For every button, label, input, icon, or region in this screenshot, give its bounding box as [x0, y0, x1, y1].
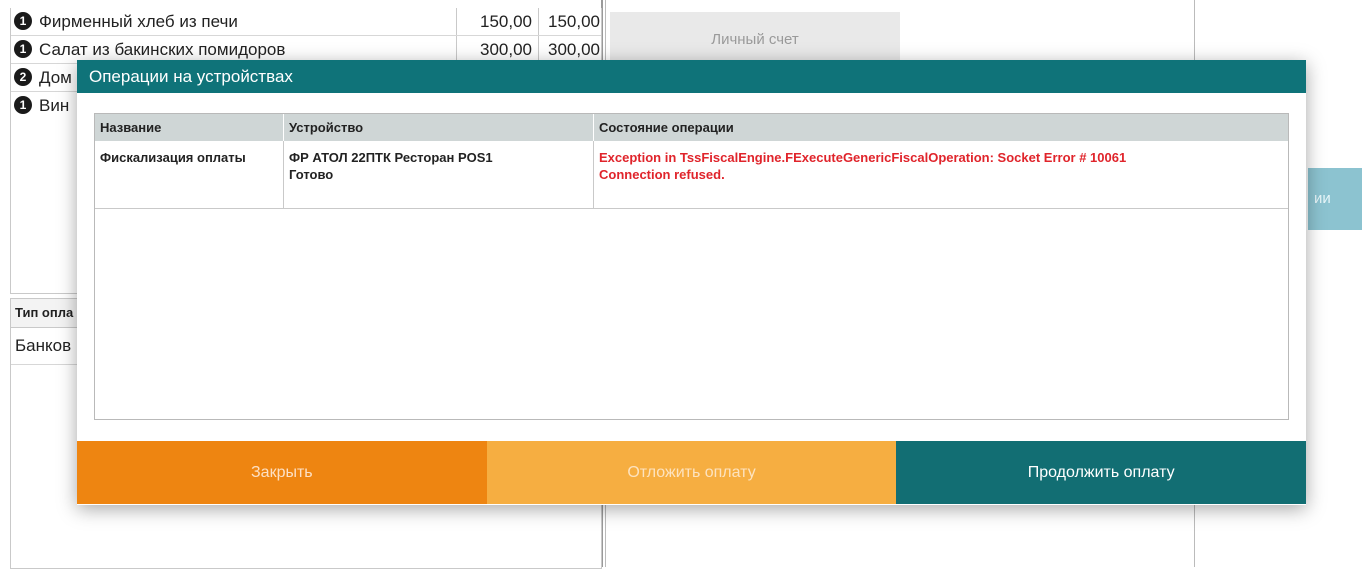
quantity-badge: 2	[14, 68, 32, 86]
item-price: 300,00	[456, 36, 536, 63]
error-message-line: Exception in TssFiscalEngine.FExecuteGen…	[599, 150, 1127, 165]
item-sum: 300,00	[538, 36, 604, 63]
postpone-payment-button[interactable]: Отложить оплату	[486, 441, 897, 504]
quantity-badge: 1	[14, 96, 32, 114]
column-header-name: Название	[100, 120, 162, 135]
table-header: Название Устройство Состояние операции	[95, 114, 1288, 141]
item-name: Дом	[39, 68, 72, 87]
item-name: Фирменный хлеб из печи	[39, 12, 238, 31]
side-action-button[interactable]: ии	[1308, 168, 1362, 230]
quantity-badge: 1	[14, 12, 32, 30]
device-name: ФР АТОЛ 22ПТК Ресторан POS1	[289, 150, 493, 165]
device-status: Готово	[289, 167, 334, 182]
device-operations-dialog: Операции на устройствах Название Устройс…	[77, 60, 1307, 505]
quantity-badge: 1	[14, 40, 32, 58]
order-item[interactable]: 1 Фирменный хлеб из печи 150,00 150,00	[11, 8, 601, 36]
item-price: 150,00	[456, 8, 536, 35]
table-row[interactable]: Фискализация оплаты ФР АТОЛ 22ПТК Рестор…	[95, 141, 1288, 209]
dialog-title: Операции на устройствах	[77, 60, 1306, 93]
continue-payment-button[interactable]: Продолжить оплату	[896, 441, 1307, 504]
error-message-line: Connection refused.	[599, 167, 725, 182]
item-name: Вин	[39, 96, 70, 115]
device-cell: ФР АТОЛ 22ПТК Ресторан POS1 Готово	[283, 141, 593, 208]
close-button[interactable]: Закрыть	[77, 441, 487, 504]
item-name: Салат из бакинских помидоров	[39, 40, 286, 59]
item-sum: 150,00	[538, 8, 604, 35]
operations-table: Название Устройство Состояние операции Ф…	[94, 113, 1289, 420]
column-header-device: Устройство	[283, 114, 593, 141]
operation-state-cell: Exception in TssFiscalEngine.FExecuteGen…	[593, 141, 1288, 208]
dialog-button-bar: Закрыть Отложить оплату Продолжить оплат…	[77, 441, 1307, 504]
column-header-state: Состояние операции	[593, 114, 1288, 141]
operation-name: Фискализация оплаты	[100, 150, 246, 165]
